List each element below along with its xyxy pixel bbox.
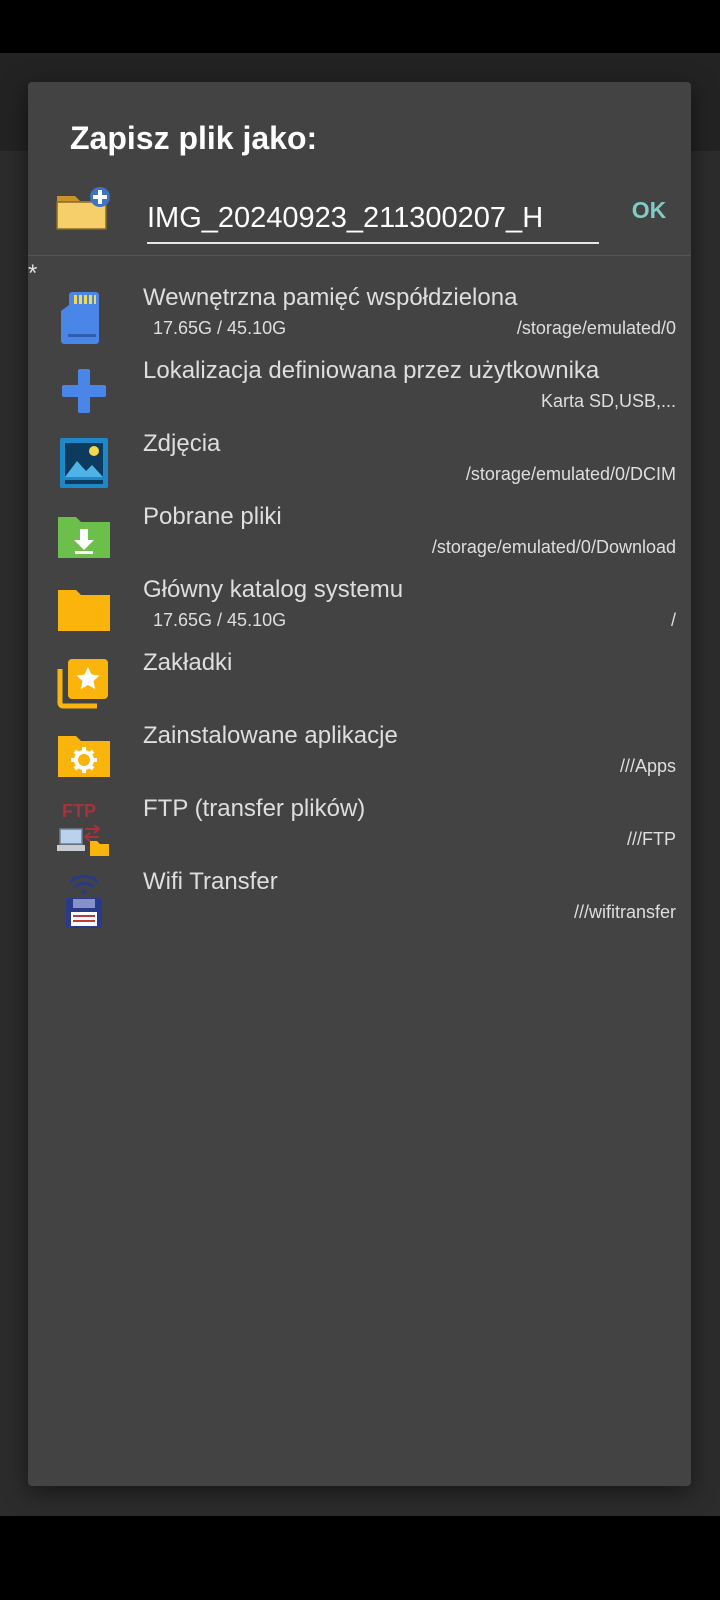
download-folder-icon: [56, 507, 112, 565]
apps-folder-icon: [56, 726, 112, 784]
location-path: ///Apps: [619, 756, 676, 776]
folder-icon: [56, 580, 112, 638]
location-size: 17.65G / 45.10G: [153, 610, 287, 630]
navigation-bar: [0, 1516, 720, 1600]
location-title: Zdjęcia: [143, 430, 221, 457]
location-title: Zakładki: [143, 649, 233, 676]
location-item-apps[interactable]: Zainstalowane aplikacje ///Apps: [28, 720, 691, 793]
status-bar: [0, 0, 720, 53]
location-title: Wifi Transfer: [143, 868, 278, 895]
location-item-wifi-transfer[interactable]: Wifi Transfer ///wifitransfer: [28, 866, 691, 939]
sd-card-icon: [56, 288, 112, 346]
location-path: /storage/emulated/0: [516, 318, 676, 338]
bookmarks-icon: [56, 653, 112, 711]
location-path: /storage/emulated/0/Download: [431, 537, 676, 557]
location-title: Główny katalog systemu: [143, 576, 404, 603]
storage-location-list: Wewnętrzna pamięć współdzielona 17.65G /…: [28, 282, 691, 939]
location-title: Zainstalowane aplikacje: [143, 722, 398, 749]
wifi-transfer-icon: [56, 872, 112, 930]
location-item-photos[interactable]: Zdjęcia /storage/emulated/0/DCIM: [28, 428, 691, 501]
ok-button[interactable]: OK: [614, 186, 684, 234]
location-item-custom[interactable]: Lokalizacja definiowana przez użytkownik…: [28, 355, 691, 428]
location-title: Lokalizacja definiowana przez użytkownik…: [143, 357, 600, 384]
location-title: Pobrane pliki: [143, 503, 282, 530]
location-title: FTP (transfer plików): [143, 795, 366, 822]
location-title: Wewnętrzna pamięć współdzielona: [143, 284, 518, 311]
new-folder-icon[interactable]: [55, 186, 113, 232]
location-item-root[interactable]: Główny katalog systemu 17.65G / 45.10G /: [28, 574, 691, 647]
photo-icon: [56, 434, 112, 492]
location-path: /storage/emulated/0/DCIM: [465, 464, 676, 484]
location-path: /: [670, 610, 676, 630]
location-path: Karta SD,USB,...: [540, 391, 676, 411]
plus-icon: [56, 361, 112, 419]
save-as-dialog: Zapisz plik jako: OK *: [28, 82, 691, 1486]
divider: [28, 255, 691, 256]
location-item-bookmarks[interactable]: Zakładki: [28, 647, 691, 720]
svg-text:FTP: FTP: [62, 801, 96, 821]
location-path: ///wifitransfer: [573, 902, 676, 922]
location-size: 17.65G / 45.10G: [153, 318, 287, 338]
location-item-downloads[interactable]: Pobrane pliki /storage/emulated/0/Downlo…: [28, 501, 691, 574]
filename-input[interactable]: [147, 198, 599, 244]
location-item-ftp[interactable]: FTP FTP (transfer plików) ///FTP: [28, 793, 691, 866]
ftp-icon: FTP: [56, 799, 112, 857]
location-item-internal-storage[interactable]: Wewnętrzna pamięć współdzielona 17.65G /…: [28, 282, 691, 355]
dialog-title: Zapisz plik jako:: [70, 120, 318, 156]
location-path: ///FTP: [627, 829, 676, 849]
